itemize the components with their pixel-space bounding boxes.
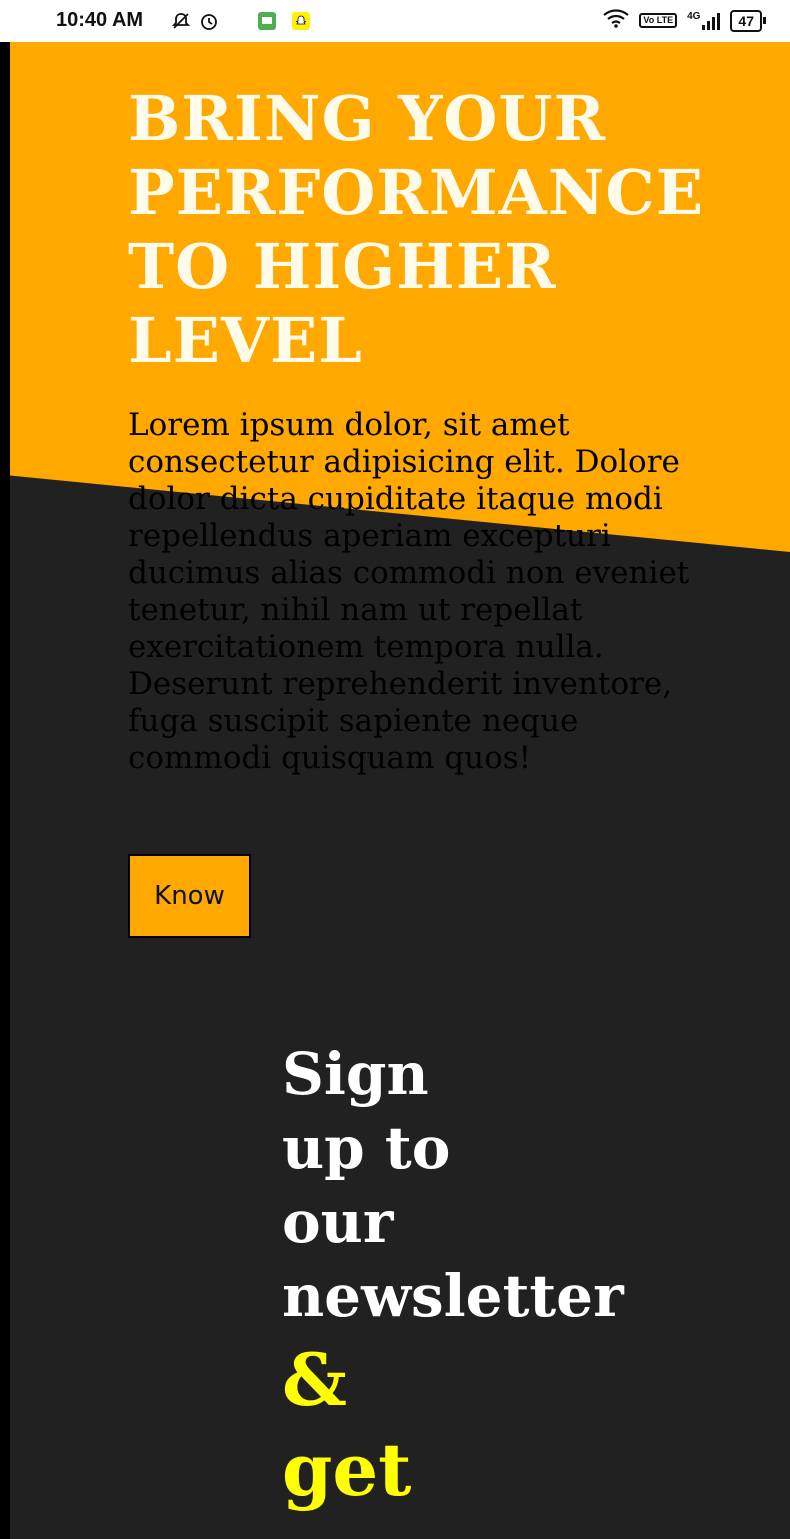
status-right-cluster: Vo LTE 4G 47 [603,8,766,33]
newsletter-line: our [282,1188,394,1256]
hero-title-line: BRING YOUR [128,82,606,155]
status-bar: 10:40 AM Vo LTE 4G 47 [0,0,790,42]
wifi-icon [603,8,630,33]
newsletter-heading: Sign up to our newsletter & get [282,1037,682,1513]
message-icon [258,12,276,30]
hero-description: Lorem ipsum dolor, sit amet consectetur … [128,407,690,776]
newsletter-line: up to [282,1114,451,1182]
alarm-icon [198,10,220,32]
newsletter-highlight-line: get [282,1427,412,1512]
newsletter-line: newsletter [282,1262,624,1330]
snapchat-icon [292,12,310,30]
hero-title-line: TO HIGHER [128,230,557,303]
app-content: BRING YOUR PERFORMANCE TO HIGHER LEVEL L… [0,42,790,1539]
status-time: 10:40 AM [56,9,144,31]
know-button[interactable]: Know [128,854,251,938]
battery-level: 47 [738,12,754,29]
left-edge-bar [0,42,10,1539]
network-type: 4G [687,10,701,22]
volte-indicator: Vo LTE [639,13,678,28]
hero-title-line: PERFORMANCE [128,156,704,229]
notifications-off-icon [170,10,192,32]
hero-title-line: LEVEL [128,304,363,377]
battery-icon: 47 [730,9,766,32]
newsletter-line: Sign [282,1040,429,1108]
hero-title: BRING YOUR PERFORMANCE TO HIGHER LEVEL [128,82,768,378]
newsletter-highlight-line: & [282,1337,348,1422]
cell-signal-icon: 4G [687,10,721,30]
